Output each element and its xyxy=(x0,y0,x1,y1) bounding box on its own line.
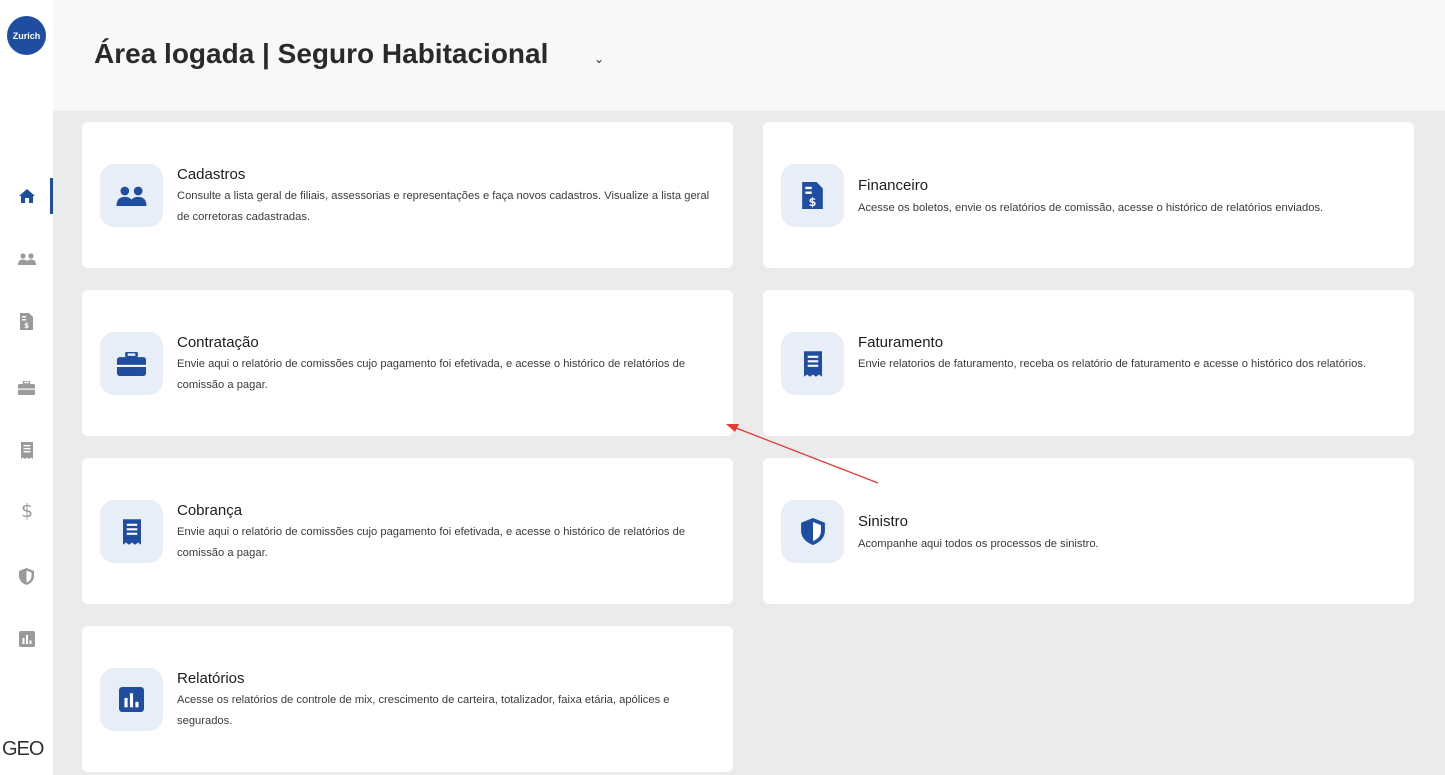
users-icon xyxy=(17,253,36,265)
card-title: Cobrança xyxy=(177,502,243,519)
page-title: Área logada | Seguro Habitacional xyxy=(94,38,549,69)
chart-icon xyxy=(18,631,35,647)
card-description: Consulte a lista geral de filiais, asses… xyxy=(177,190,710,223)
card-cobranca[interactable]: Cobrança Envie aqui o relatório de comis… xyxy=(82,458,733,604)
card-sinistro[interactable]: Sinistro Acompanhe aqui todos os process… xyxy=(763,458,1414,604)
card-icon-wrap xyxy=(100,668,163,731)
svg-text:$: $ xyxy=(809,196,817,209)
sidebar-item-cadastros[interactable] xyxy=(0,241,53,277)
svg-text:$: $ xyxy=(20,500,32,520)
card-icon-wrap xyxy=(100,164,163,227)
invoice-icon: $ xyxy=(20,312,33,330)
card-title: Sinistro xyxy=(858,513,909,530)
sidebar-item-home[interactable] xyxy=(0,178,53,214)
sidebar-item-contratacao[interactable] xyxy=(0,370,53,406)
card-title: Faturamento xyxy=(858,334,944,351)
card-description: Envie aqui o relatório de comissões cujo… xyxy=(177,526,686,559)
card-description: Acompanhe aqui todos os processos de sin… xyxy=(858,538,1099,550)
svg-text:$: $ xyxy=(24,322,29,330)
card-relatorios[interactable]: Relatórios Acesse os relatórios de contr… xyxy=(82,626,733,772)
dollar-icon: $ xyxy=(20,500,32,520)
card-title: Contratação xyxy=(177,334,259,351)
sidebar-item-sinistro[interactable] xyxy=(0,558,53,594)
briefcase-icon xyxy=(117,351,146,376)
card-icon-wrap xyxy=(781,500,844,563)
chart-icon xyxy=(119,687,144,712)
card-description: Acesse os relatórios de controle de mix,… xyxy=(177,694,670,727)
card-description: Envie aqui o relatório de comissões cujo… xyxy=(177,358,686,391)
home-icon xyxy=(18,189,35,203)
receipt-icon xyxy=(803,350,822,377)
card-cadastros[interactable]: Cadastros Consulte a lista geral de fili… xyxy=(82,122,733,268)
sidebar-item-faturamento[interactable] xyxy=(0,432,53,468)
sidebar-item-relatorios[interactable] xyxy=(0,621,53,657)
card-icon-wrap xyxy=(781,332,844,395)
card-icon-wrap xyxy=(100,500,163,563)
invoice-icon: $ xyxy=(802,182,823,209)
card-faturamento[interactable]: Faturamento Envie relatorios de faturame… xyxy=(763,290,1414,436)
chevron-down-icon[interactable]: ⌄ xyxy=(594,52,604,66)
receipt-icon xyxy=(122,518,141,545)
briefcase-icon xyxy=(18,381,35,395)
card-title: Financeiro xyxy=(858,177,929,194)
card-description: Envie relatorios de faturamento, receba … xyxy=(858,358,1367,370)
shield-icon xyxy=(19,567,34,585)
card-contratacao[interactable]: Contratação Envie aqui o relatório de co… xyxy=(82,290,733,436)
card-icon-wrap xyxy=(100,332,163,395)
card-icon-wrap: $ xyxy=(781,164,844,227)
sidebar-item-cobranca[interactable]: $ xyxy=(0,492,53,528)
sidebar: Zurich $ $ GEO xyxy=(0,0,53,775)
page-header: Área logada | Seguro Habitacional ⌄ xyxy=(53,0,1445,111)
card-description: Acesse os boletos, envie os relatórios d… xyxy=(858,202,1324,214)
card-title: Relatórios xyxy=(177,670,245,687)
card-financeiro[interactable]: $ Financeiro Acesse os boletos, envie os… xyxy=(763,122,1414,268)
geo-logo: GEO xyxy=(2,738,44,760)
receipt-icon xyxy=(20,441,33,459)
sidebar-item-financeiro[interactable]: $ xyxy=(0,303,53,339)
card-title: Cadastros xyxy=(177,166,246,183)
shield-icon xyxy=(800,518,825,545)
users-icon xyxy=(116,186,147,206)
zurich-logo[interactable]: Zurich xyxy=(7,16,46,55)
